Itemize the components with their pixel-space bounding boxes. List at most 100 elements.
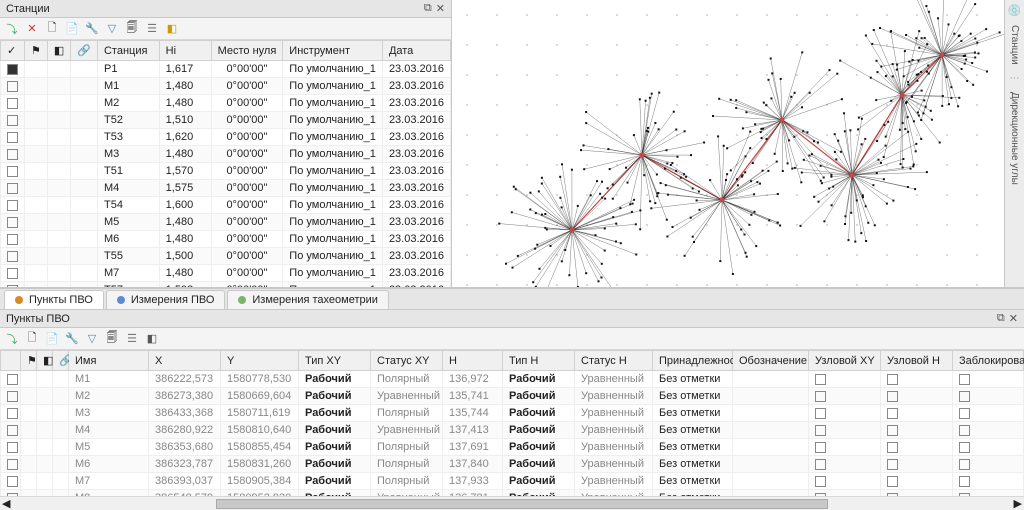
tab-pvo-points[interactable]: Пункты ПВО (4, 290, 104, 309)
row-checkbox[interactable] (7, 64, 18, 75)
locked-checkbox[interactable] (959, 408, 970, 419)
node-xy-checkbox[interactable] (815, 459, 826, 470)
row-checkbox[interactable] (7, 132, 18, 143)
node-xy-checkbox[interactable] (815, 391, 826, 402)
node-h-checkbox[interactable] (887, 442, 898, 453)
locked-checkbox[interactable] (959, 391, 970, 402)
row-checkbox[interactable] (7, 81, 18, 92)
map-tab-handle[interactable]: 💿 (1008, 4, 1022, 17)
table-row[interactable]: M71,4800°00'00"По умолчанию_123.03.2016 (1, 265, 451, 282)
pcol-typeh[interactable]: Тип H (503, 351, 575, 371)
table-row[interactable]: M5386353,6801580855,454РабочийПолярный13… (1, 439, 1024, 456)
pvo-close-icon[interactable]: ✕ (1009, 312, 1018, 325)
filter-icon[interactable]: ▽ (104, 21, 120, 37)
node-xy-checkbox[interactable] (815, 425, 826, 436)
col-instr[interactable]: Инструмент (283, 41, 383, 61)
pvo-hscrollbar[interactable]: ◀ ▶ (0, 496, 1024, 510)
row-checkbox[interactable] (7, 217, 18, 228)
table-row[interactable]: T551,5000°00'00"По умолчанию_123.03.2016 (1, 248, 451, 265)
node-h-checkbox[interactable] (887, 459, 898, 470)
pcol-typexy[interactable]: Тип XY (299, 351, 371, 371)
row-checkbox[interactable] (7, 408, 18, 419)
row-checkbox[interactable] (7, 374, 18, 385)
tab-pvo-measure[interactable]: Измерения ПВО (106, 290, 226, 309)
dock-icon[interactable]: ⧉ (424, 2, 432, 15)
pcol-chk[interactable] (1, 351, 21, 371)
pcol-lock[interactable]: ◧ (37, 351, 53, 371)
table-row[interactable]: M41,5750°00'00"По умолчанию_123.03.2016 (1, 180, 451, 197)
pcol-label[interactable]: Обозначение (733, 351, 809, 371)
stations-table-scroll[interactable]: ✓ ⚑ ◧ 🔗 Станция Hi Место нуля Инструмент… (0, 40, 451, 287)
pcol-y[interactable]: Y (221, 351, 299, 371)
table-row[interactable]: P11,6170°00'00"По умолчанию_123.03.2016 (1, 61, 451, 78)
col-lock[interactable]: ◧ (47, 41, 70, 61)
row-checkbox[interactable] (7, 149, 18, 160)
table-row[interactable]: T531,6200°00'00"По умолчанию_123.03.2016 (1, 129, 451, 146)
map-tab-angles[interactable]: Дирекционные углы (1007, 88, 1022, 189)
node-xy-checkbox[interactable] (815, 442, 826, 453)
locked-checkbox[interactable] (959, 459, 970, 470)
table-row[interactable]: M6386323,7871580831,260РабочийПолярный13… (1, 456, 1024, 473)
open-icon[interactable]: 📄 (64, 21, 80, 37)
node-h-checkbox[interactable] (887, 425, 898, 436)
row-checkbox[interactable] (7, 425, 18, 436)
pcol-nodeh[interactable]: Узловой H (881, 351, 953, 371)
new-icon[interactable]: 🗋 (44, 21, 60, 37)
col-station[interactable]: Станция (97, 41, 159, 61)
row-checkbox[interactable] (7, 98, 18, 109)
node-xy-checkbox[interactable] (815, 476, 826, 487)
pcol-nodexy[interactable]: Узловой XY (809, 351, 881, 371)
col-chk[interactable]: ✓ (1, 41, 25, 61)
table-row[interactable]: M21,4800°00'00"По умолчанию_123.03.2016 (1, 95, 451, 112)
props-icon[interactable]: 🔧 (64, 331, 80, 347)
row-checkbox[interactable] (7, 268, 18, 279)
row-checkbox[interactable] (7, 166, 18, 177)
tree-icon[interactable]: ⤵ (4, 331, 20, 347)
col-flag[interactable]: ⚑ (25, 41, 48, 61)
pcol-flag[interactable]: ⚑ (21, 351, 37, 371)
map-tab-stations[interactable]: Станции (1007, 21, 1022, 69)
row-checkbox[interactable] (7, 285, 18, 287)
filter-icon[interactable]: ▽ (84, 331, 100, 347)
copy-icon[interactable]: 🗐 (104, 331, 120, 347)
new-icon[interactable]: 🗋 (24, 331, 40, 347)
close-icon[interactable]: ✕ (436, 2, 445, 15)
row-checkbox[interactable] (7, 234, 18, 245)
row-checkbox[interactable] (7, 200, 18, 211)
props-icon[interactable]: 🔧 (84, 21, 100, 37)
color-icon[interactable]: ◧ (144, 331, 160, 347)
table-row[interactable]: M51,4800°00'00"По умолчанию_123.03.2016 (1, 214, 451, 231)
locked-checkbox[interactable] (959, 442, 970, 453)
col-zero[interactable]: Место нуля (211, 41, 283, 61)
table-row[interactable]: T521,5100°00'00"По умолчанию_123.03.2016 (1, 112, 451, 129)
node-h-checkbox[interactable] (887, 476, 898, 487)
open-icon[interactable]: 📄 (44, 331, 60, 347)
node-xy-checkbox[interactable] (815, 374, 826, 385)
row-checkbox[interactable] (7, 251, 18, 262)
row-checkbox[interactable] (7, 476, 18, 487)
pcol-own[interactable]: Принадлежность (653, 351, 733, 371)
color-icon[interactable]: ◧ (164, 21, 180, 37)
delete-icon[interactable]: ✕ (24, 21, 40, 37)
node-h-checkbox[interactable] (887, 408, 898, 419)
edit-icon[interactable]: ☰ (124, 331, 140, 347)
scroll-right-icon[interactable]: ▶ (1014, 497, 1022, 510)
tree-icon[interactable]: ⤵ (4, 21, 20, 37)
table-row[interactable]: M61,4800°00'00"По умолчанию_123.03.2016 (1, 231, 451, 248)
table-row[interactable]: T541,6000°00'00"По умолчанию_123.03.2016 (1, 197, 451, 214)
table-row[interactable]: M31,4800°00'00"По умолчанию_123.03.2016 (1, 146, 451, 163)
tab-tacheo[interactable]: Измерения тахеометрии (227, 290, 389, 309)
copy-icon[interactable]: 🗐 (124, 21, 140, 37)
row-checkbox[interactable] (7, 115, 18, 126)
pvo-table-scroll[interactable]: ⚑ ◧ 🔗 Имя X Y Тип XY Статус XY H Тип H С… (0, 350, 1024, 496)
scroll-thumb[interactable] (216, 499, 828, 509)
scroll-left-icon[interactable]: ◀ (2, 497, 10, 510)
locked-checkbox[interactable] (959, 374, 970, 385)
table-row[interactable]: T511,5700°00'00"По умолчанию_123.03.2016 (1, 163, 451, 180)
table-row[interactable]: M1386222,5731580778,530РабочийПолярный13… (1, 371, 1024, 388)
node-xy-checkbox[interactable] (815, 408, 826, 419)
pcol-locked[interactable]: Заблокирован (953, 351, 1024, 371)
pcol-h[interactable]: H (443, 351, 503, 371)
pvo-dock-icon[interactable]: ⧉ (997, 312, 1005, 325)
table-row[interactable]: M3386433,3681580711,619РабочийПолярный13… (1, 405, 1024, 422)
